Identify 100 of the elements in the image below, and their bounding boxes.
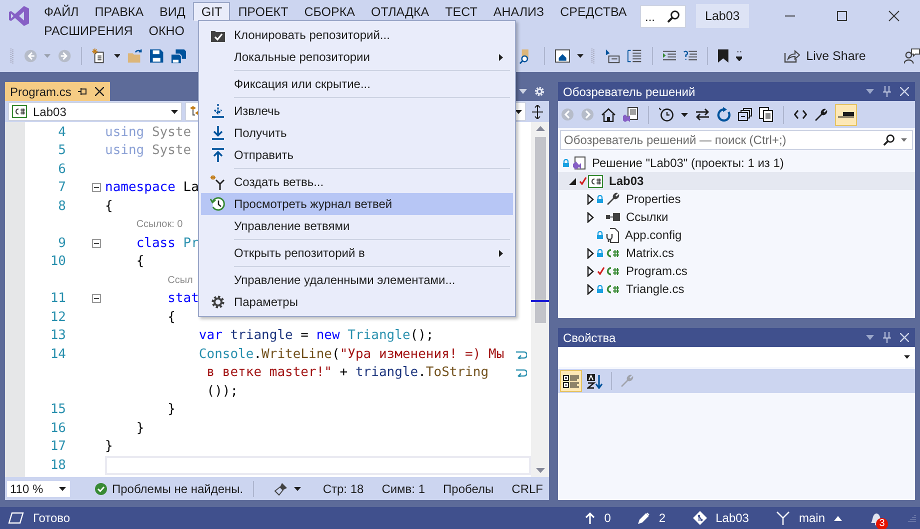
menu-item[interactable]: Локальные репозитории: [201, 46, 513, 68]
menu-item[interactable]: ТЕСТ: [437, 2, 486, 21]
collapsed-arrow-icon[interactable]: [587, 284, 594, 294]
close-icon: [888, 10, 900, 22]
menu-item[interactable]: Фиксация или скрытие...: [201, 73, 513, 95]
bookmark-icon[interactable]: [718, 49, 729, 63]
split-icon[interactable]: [532, 104, 543, 118]
search-field[interactable]: Обозреватель решений — поиск (Ctrl+;): [560, 130, 913, 150]
menu-item[interactable]: GIT: [193, 2, 230, 21]
dropdown-arrow-icon[interactable]: [866, 335, 874, 340]
menu-item[interactable]: ФАЙЛ: [36, 2, 87, 21]
scroll-down-icon[interactable]: [536, 468, 544, 473]
collapse-icon[interactable]: [92, 294, 101, 304]
step-into-icon[interactable]: [604, 48, 620, 64]
window-icon[interactable]: [555, 49, 570, 63]
expanded-arrow-icon[interactable]: [569, 178, 576, 184]
collapsed-arrow-icon[interactable]: [587, 212, 594, 222]
live-share-button[interactable]: Live Share: [781, 46, 869, 66]
save-all-icon[interactable]: [170, 48, 186, 64]
repository-button[interactable]: Lab03: [692, 511, 749, 525]
collapsed-arrow-icon[interactable]: [587, 248, 594, 258]
list-icon[interactable]: [626, 48, 642, 64]
pending-changes-button[interactable]: 2: [638, 511, 666, 525]
tree-row[interactable]: App.config: [558, 226, 915, 244]
line-ending-indicator[interactable]: CRLF: [512, 482, 543, 496]
tree-row[interactable]: Triangle.cs: [558, 280, 915, 298]
menu-item[interactable]: СБОРКА: [296, 2, 363, 21]
save-icon[interactable]: [150, 49, 164, 63]
menu-item[interactable]: РАСШИРЕНИЯ: [36, 21, 141, 40]
pin-icon[interactable]: [78, 87, 88, 96]
scroll-up-icon[interactable]: [536, 126, 544, 131]
tree-row[interactable]: Lab03: [558, 172, 915, 190]
menu-item[interactable]: Параметры: [201, 291, 513, 313]
caret-icon[interactable]: [577, 54, 584, 58]
caret-icon[interactable]: [681, 112, 688, 116]
caret-icon[interactable]: [294, 486, 302, 490]
collapsed-arrow-icon[interactable]: [587, 266, 594, 276]
open-folder-icon[interactable]: [127, 48, 144, 64]
dropdown-arrow-icon[interactable]: [519, 89, 527, 94]
menu-item[interactable]: Управление ветвями: [201, 215, 513, 237]
app-logo-icon[interactable]: [8, 5, 30, 27]
sync-icon[interactable]: [695, 108, 710, 121]
resize-grip-icon[interactable]: [908, 514, 916, 522]
wrench-icon[interactable]: [814, 108, 828, 122]
menu-item[interactable]: ПРАВКА: [86, 2, 152, 21]
copy-icon[interactable]: [759, 107, 773, 122]
tree-row[interactable]: Properties: [558, 190, 915, 208]
menu-item[interactable]: Просмотреть журнал ветвей: [201, 193, 513, 215]
collapse-icon[interactable]: [92, 183, 101, 192]
brush-icon[interactable]: [274, 482, 288, 496]
vertical-scrollbar[interactable]: [531, 122, 549, 477]
collapse-icon[interactable]: [92, 238, 101, 248]
menu-item[interactable]: Создать ветвь...: [201, 171, 513, 193]
tree-row[interactable]: Program.cs: [558, 262, 915, 280]
settings-icon[interactable]: [534, 86, 545, 97]
tree-row[interactable]: Matrix.cs: [558, 244, 915, 262]
caret-icon[interactable]: [736, 51, 742, 61]
indent-indicator[interactable]: Пробелы: [443, 482, 494, 496]
collapsed-arrow-icon[interactable]: [587, 194, 594, 204]
project-dropdown[interactable]: Lab03: [8, 102, 182, 121]
history-icon[interactable]: [659, 107, 674, 122]
zoom-dropdown[interactable]: 110 %: [7, 480, 70, 496]
menu-item[interactable]: Отправить: [201, 144, 513, 166]
home-icon[interactable]: [601, 108, 616, 122]
sort-alphabetical-icon[interactable]: [587, 374, 603, 388]
menu-item[interactable]: Управление удаленными элементами...: [201, 269, 513, 291]
branch-button[interactable]: main: [776, 511, 842, 525]
notifications-button[interactable]: 3: [869, 510, 884, 526]
menu-item[interactable]: Извлечь: [201, 100, 513, 122]
menu-item[interactable]: ПРОЕКТ: [230, 2, 296, 21]
close-icon[interactable]: [95, 87, 104, 96]
menu-item[interactable]: СРЕДСТВА: [552, 2, 635, 21]
menu-item[interactable]: АНАЛИЗ: [485, 2, 552, 21]
indent-icon[interactable]: [662, 50, 676, 62]
menu-item[interactable]: ВИД: [152, 2, 194, 21]
feedback-icon[interactable]: [904, 48, 920, 64]
new-item-icon[interactable]: [92, 48, 107, 64]
caret-icon[interactable]: [114, 54, 120, 58]
refresh-icon[interactable]: [717, 107, 731, 122]
document-tab[interactable]: Program.cs: [5, 82, 110, 101]
dropdown-arrow-icon[interactable]: [866, 89, 874, 94]
collapse-all-icon[interactable]: [738, 108, 752, 121]
search-field[interactable]: ...: [640, 5, 686, 28]
preview-toggle-button[interactable]: [835, 104, 857, 126]
menu-item[interactable]: ОКНО: [140, 21, 193, 40]
issues-status[interactable]: Проблемы не найдены.: [112, 482, 244, 496]
reference-count[interactable]: Ссылок: 0: [136, 219, 183, 230]
comment-icon[interactable]: [683, 50, 698, 62]
tree-row[interactable]: Ссылки: [558, 208, 915, 226]
tree-row[interactable]: Решение "Lab03" (проекты: 1 из 1): [558, 154, 915, 172]
menu-item[interactable]: ОТЛАДКА: [363, 2, 438, 21]
line-indicator[interactable]: Стр: 18: [322, 482, 364, 496]
menu-item[interactable]: Клонировать репозиторий...: [201, 24, 513, 46]
outgoing-commits-button[interactable]: 0: [585, 511, 611, 525]
code-icon[interactable]: [794, 110, 807, 119]
categorized-button[interactable]: [560, 370, 582, 392]
menu-item[interactable]: Получить: [201, 122, 513, 144]
column-indicator[interactable]: Симв: 1: [382, 482, 426, 496]
switch-views-icon[interactable]: [623, 107, 638, 122]
menu-item[interactable]: Открыть репозиторий в: [201, 242, 513, 264]
